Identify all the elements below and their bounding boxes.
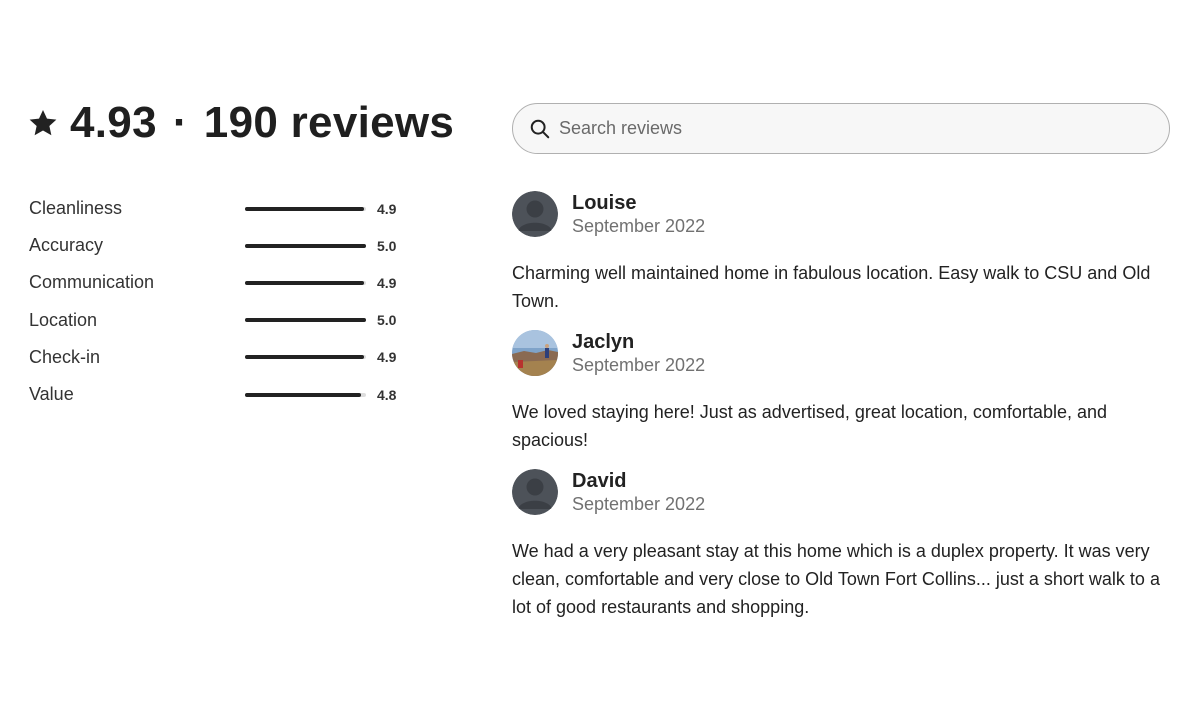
reviewer-name: Jaclyn [572, 331, 635, 353]
category-bar-fill [245, 355, 364, 360]
category-bar [245, 392, 366, 397]
reviewer-name: Louise [572, 192, 637, 214]
review-header: David September 2022 [512, 469, 1162, 515]
category-row-accuracy: Accuracy 5.0 [29, 227, 409, 264]
review-date: September 2022 [572, 494, 706, 514]
category-label: Check-in [29, 346, 101, 367]
rating-separator: · [172, 98, 188, 147]
review-text: Charming well maintained home in fabulou… [512, 263, 1151, 311]
reviews-count: 190 reviews [203, 98, 455, 147]
category-bar-fill [245, 280, 364, 285]
category-bar-fill [245, 206, 364, 211]
review-date: September 2022 [572, 216, 706, 236]
avatar[interactable] [512, 330, 558, 376]
overall-rating-value: 4.93 [70, 98, 157, 147]
avatar[interactable] [512, 191, 558, 237]
category-bar [245, 243, 366, 248]
category-row-communication: Communication 4.9 [29, 264, 409, 301]
avatar[interactable] [512, 469, 558, 515]
category-score: 5.0 [377, 237, 397, 254]
category-ratings: Cleanliness 4.9 Accuracy 5.0 Communicati… [29, 190, 409, 413]
search-icon [530, 119, 550, 138]
category-label: Accuracy [29, 235, 104, 256]
user-photo-avatar [512, 330, 558, 376]
default-avatar-icon [512, 469, 558, 515]
review-header: Jaclyn September 2022 [512, 330, 1162, 376]
category-label: Value [29, 384, 74, 405]
category-row-check-in: Check-in 4.9 [29, 339, 409, 376]
category-bar [245, 280, 366, 285]
category-bar-fill [245, 318, 366, 323]
review-item: Louise September 2022 Charming well main… [512, 191, 1162, 315]
review-item: David September 2022 We had a very pleas… [512, 469, 1162, 621]
reviews-page: 4.93 · 190 reviews Cleanliness 4.9 Accur… [0, 0, 1200, 720]
category-label: Location [29, 309, 98, 330]
search-input[interactable] [559, 118, 1119, 139]
review-date: September 2022 [572, 355, 706, 375]
category-bar [245, 206, 366, 211]
reviewer-name: David [572, 470, 627, 492]
review-item: Jaclyn September 2022 We loved staying h… [512, 330, 1162, 454]
category-bar-fill [245, 243, 366, 248]
default-avatar-icon [512, 191, 558, 237]
overall-rating-heading: 4.93 · 190 reviews [28, 98, 454, 148]
review-text: We had a very pleasant stay at this home… [512, 541, 1160, 617]
search-reviews-box[interactable] [512, 103, 1170, 154]
category-row-location: Location 5.0 [29, 302, 409, 339]
category-score: 5.0 [377, 312, 397, 329]
category-bar [245, 318, 366, 323]
category-bar [245, 355, 366, 360]
category-bar-fill [245, 392, 362, 397]
category-score: 4.9 [377, 274, 397, 291]
category-label: Cleanliness [29, 198, 123, 219]
category-row-cleanliness: Cleanliness 4.9 [29, 190, 409, 227]
category-label: Communication [29, 272, 155, 293]
category-score: 4.9 [377, 349, 397, 366]
review-text: We loved staying here! Just as advertise… [512, 402, 1107, 450]
star-icon [29, 110, 57, 136]
category-score: 4.8 [377, 386, 397, 403]
review-header: Louise September 2022 [512, 191, 1162, 237]
category-score: 4.9 [377, 200, 397, 217]
category-row-value: Value 4.8 [29, 376, 409, 413]
